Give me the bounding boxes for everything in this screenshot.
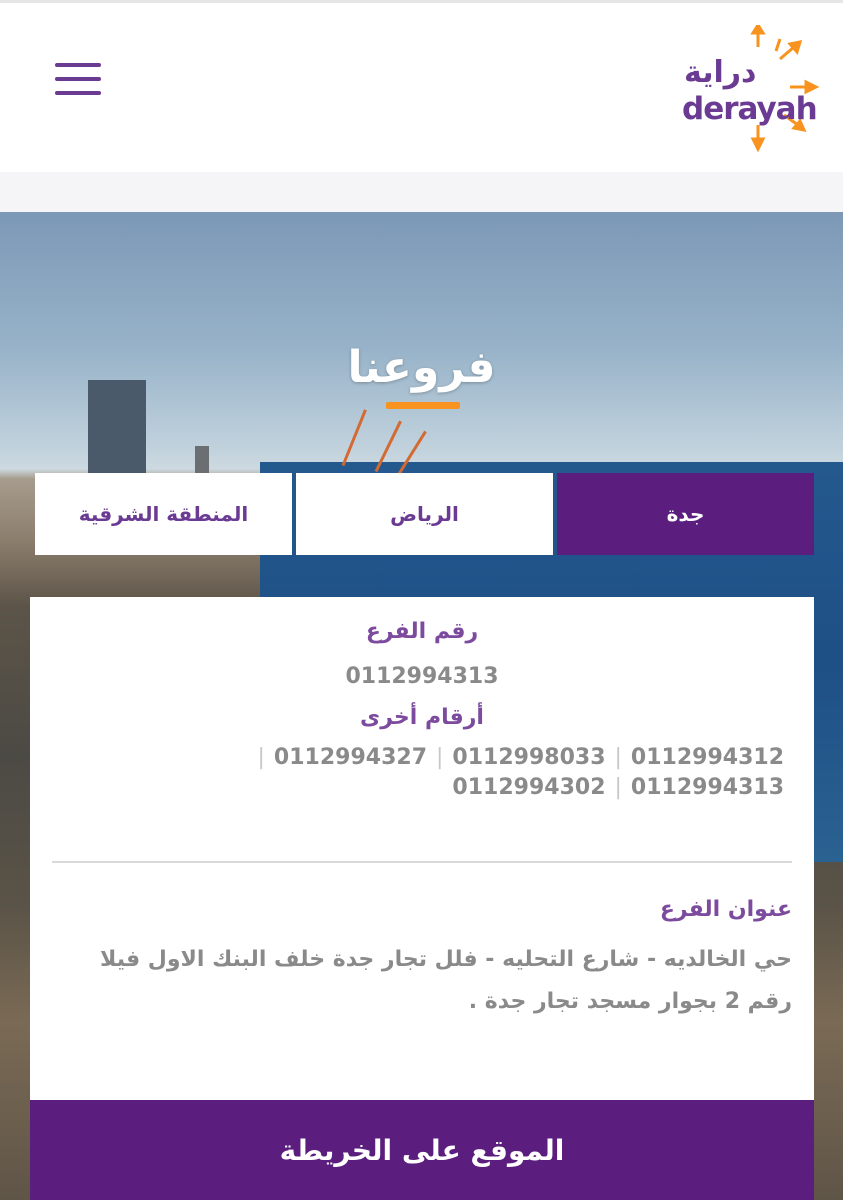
- branch-number-label: رقم الفرع: [365, 619, 479, 644]
- hero-background: فروعنا جدة الرياض المنطقة الشرقية رقم ال…: [0, 212, 843, 1200]
- phone-number[interactable]: 0112998033: [452, 743, 605, 773]
- header-separator-band: [0, 172, 843, 212]
- tab-eastern-province[interactable]: المنطقة الشرقية: [35, 473, 292, 555]
- other-numbers-label: أرقام أخرى: [360, 705, 484, 730]
- separator: |: [614, 745, 622, 770]
- branch-address-label: عنوان الفرع: [659, 897, 792, 922]
- other-numbers-list: 0112994312 | 0112998033 | 0112994327 | 0112994…: [124, 743, 785, 803]
- tab-riyadh[interactable]: الرياض: [296, 473, 553, 555]
- crane-image: [341, 409, 367, 467]
- divider: [52, 861, 792, 863]
- derayah-logo[interactable]: دراية derayah: [680, 25, 828, 153]
- title-underline: [386, 402, 460, 409]
- tab-jeddah[interactable]: جدة: [557, 473, 814, 555]
- site-header: دراية derayah: [0, 0, 843, 172]
- hamburger-menu-icon[interactable]: [55, 63, 101, 95]
- phone-number[interactable]: 0112994312: [631, 743, 784, 773]
- separator: |: [257, 745, 265, 770]
- page-title: فروعنا: [347, 342, 496, 393]
- phone-number[interactable]: 0112994327: [274, 743, 427, 773]
- separator: |: [614, 775, 622, 800]
- branch-number[interactable]: 0112994313: [30, 664, 814, 689]
- logo-english-text: derayah: [682, 91, 818, 127]
- building-image: [195, 446, 209, 476]
- branch-address: حي الخالديه - شارع التحليه - فلل تجار جد…: [100, 947, 792, 1014]
- map-location-button[interactable]: الموقع على الخريطة: [30, 1100, 814, 1200]
- separator: |: [436, 745, 444, 770]
- phone-number[interactable]: 0112994302: [452, 773, 605, 803]
- phone-number[interactable]: 0112994313: [631, 773, 784, 803]
- logo-arabic-text: دراية: [684, 55, 757, 90]
